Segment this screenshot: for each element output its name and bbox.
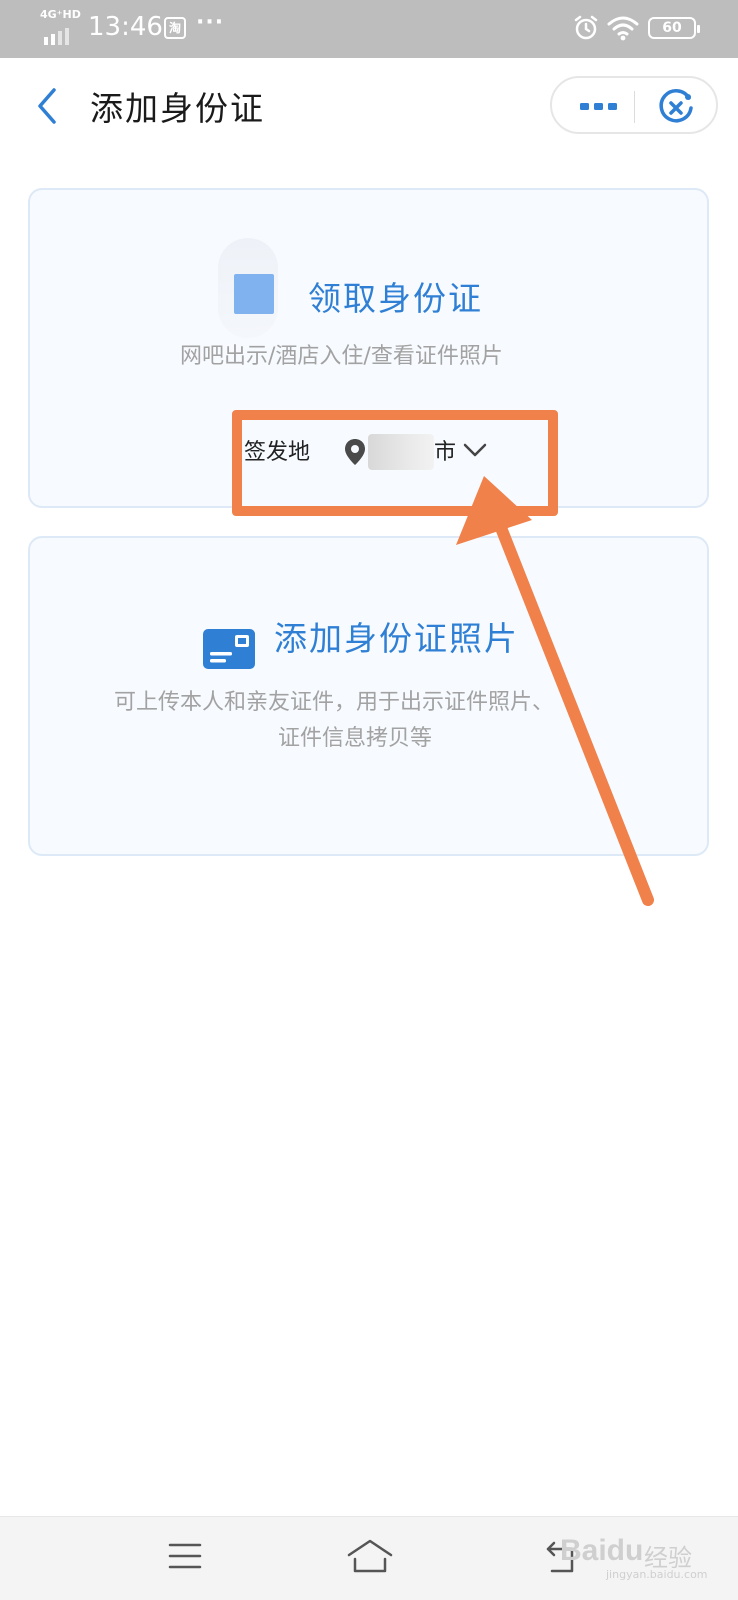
chevron-left-icon[interactable] bbox=[30, 84, 66, 128]
status-time: 13:46 bbox=[88, 12, 163, 42]
alarm-icon bbox=[574, 15, 598, 40]
receive-id-title: 领取身份证 bbox=[308, 279, 483, 318]
home-icon[interactable] bbox=[346, 1537, 394, 1577]
menu-icon[interactable] bbox=[168, 1541, 202, 1571]
id-illustration bbox=[218, 238, 286, 338]
more-icon[interactable] bbox=[578, 92, 620, 120]
annotation-highlight-box bbox=[232, 410, 558, 516]
add-id-photo-card[interactable]: 添加身份证照片 可上传本人和亲友证件，用于出示证件照片、 证件信息拷贝等 bbox=[28, 536, 709, 856]
baidu-jingyan-watermark: Baidu 经验 jingyan.baidu.com bbox=[560, 1534, 730, 1584]
add-id-photo-subtitle-line1: 可上传本人和亲友证件，用于出示证件照片、 bbox=[114, 690, 555, 715]
receive-id-subtitle: 网吧出示/酒店入住/查看证件照片 bbox=[180, 344, 503, 369]
status-bar: 4G⁺HD 13:46 淘 ··· 60 bbox=[0, 0, 738, 58]
add-id-photo-subtitle-line2: 证件信息拷贝等 bbox=[278, 726, 433, 751]
notification-more-icon: ··· bbox=[196, 10, 225, 35]
wifi-icon bbox=[607, 16, 639, 41]
battery-icon: 60 bbox=[648, 17, 700, 39]
page-title: 添加身份证 bbox=[90, 89, 265, 128]
page-header: 添加身份证 bbox=[0, 58, 738, 158]
network-type: 4G⁺HD bbox=[40, 8, 81, 21]
mini-program-capsule bbox=[550, 76, 718, 134]
add-id-photo-title: 添加身份证照片 bbox=[274, 619, 519, 658]
close-icon[interactable] bbox=[656, 88, 696, 128]
signal-icon bbox=[44, 26, 72, 45]
watermark-brand: Baidu bbox=[560, 1534, 644, 1567]
id-card-icon bbox=[203, 629, 255, 669]
taobao-icon: 淘 bbox=[164, 17, 186, 39]
watermark-url: jingyan.baidu.com bbox=[606, 1568, 708, 1581]
capsule-divider bbox=[634, 91, 635, 123]
